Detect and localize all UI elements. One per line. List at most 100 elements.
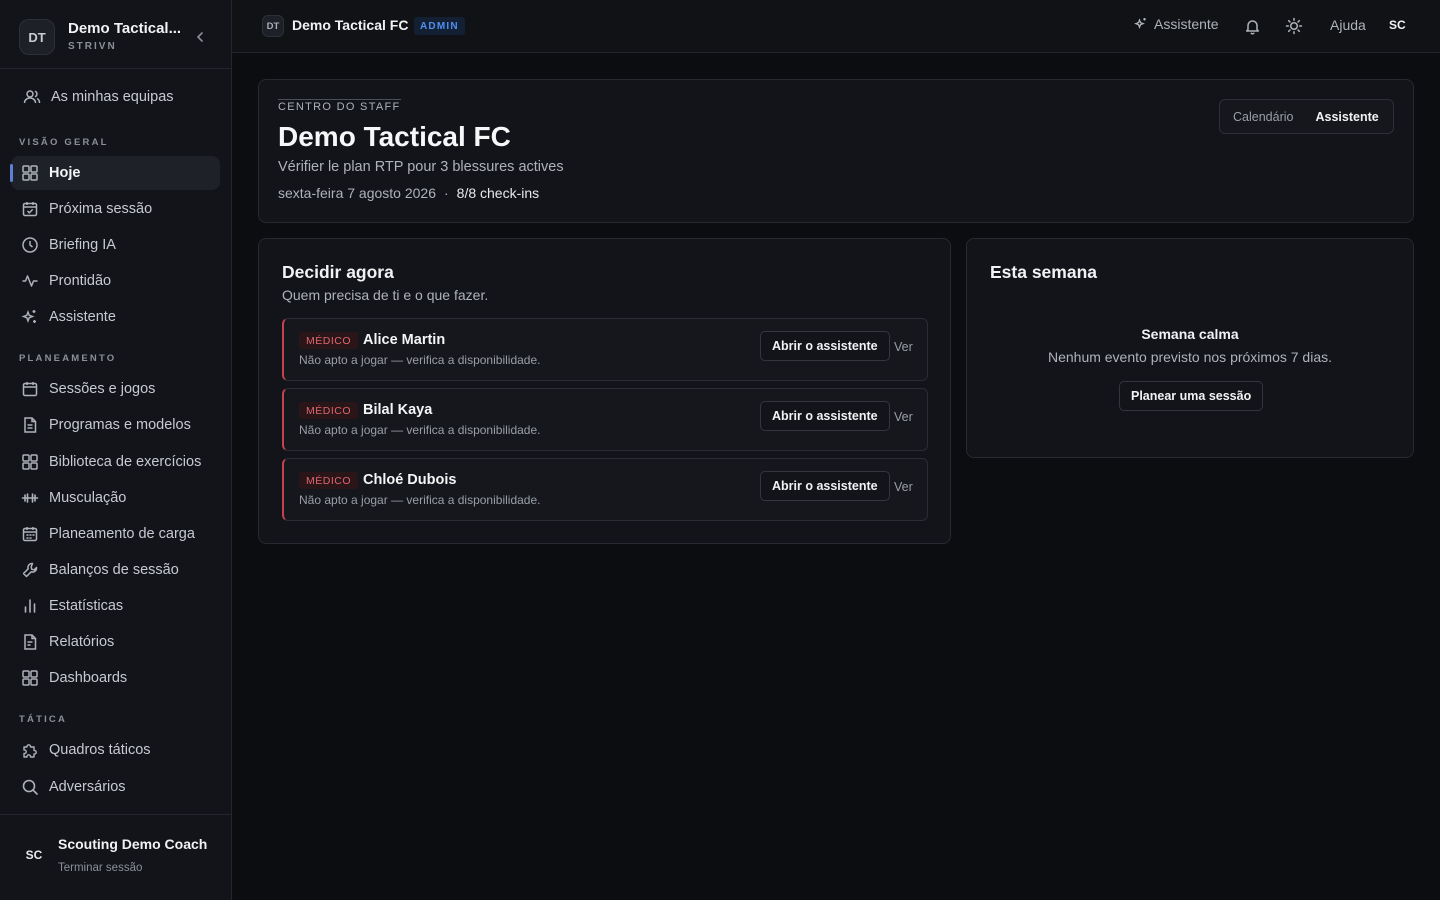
sidebar-item-label: Adversários [49,779,126,795]
tab-calendar[interactable]: Calendário [1220,110,1293,124]
search-icon [21,778,39,796]
staff-hub-header: CENTRO DO STAFF Demo Tactical FC Vérifie… [258,79,1414,223]
sidebar-item-ai-briefing[interactable]: Briefing IA [11,228,220,262]
team-org-label: STRIVN [68,41,117,52]
sidebar-item-label: Planeamento de carga [49,526,195,542]
player-name: Bilal Kaya [363,402,433,418]
panel-subtitle: Quem precisa de ti e o que fazer. [282,287,489,303]
view-switcher: Calendário Assistente [1219,99,1394,134]
section-tactics: TÁTICA [19,714,68,725]
list-item: MÉDICO Alice Martin Não apto a jogar — v… [282,318,928,381]
sidebar-item-sessions[interactable]: Sessões e jogos [11,372,220,406]
users-icon [23,88,41,106]
sparkles-icon [21,308,39,326]
team-name: Demo Tactical... [68,20,182,37]
assistant-label: Assistente [1154,16,1219,32]
dumbbell-icon [21,489,39,507]
sidebar-item-reports[interactable]: Relatórios [11,625,220,659]
tab-assistant[interactable]: Assistente [1293,110,1378,124]
avatar: SC [25,848,43,862]
sparkles-icon [1134,17,1148,31]
list-item: MÉDICO Chloé Dubois Não apto a jogar — v… [282,458,928,521]
player-note: Não apto a jogar — verifica a disponibil… [299,493,541,507]
team-avatar-small: DT [262,15,284,37]
sidebar-item-readiness[interactable]: Prontidão [11,264,220,298]
role-badge: ADMIN [414,17,465,35]
sidebar-item-session-reviews[interactable]: Balanços de sessão [11,553,220,587]
my-teams-link[interactable]: As minhas equipas [13,80,222,114]
sidebar-item-label: Estatísticas [49,598,124,614]
sidebar-item-next-session[interactable]: Próxima sessão [11,192,220,226]
document-icon [21,416,39,434]
bar-chart-icon [21,597,39,615]
sidebar-item-label: Hoje [49,165,81,181]
view-link[interactable]: Ver [894,410,913,424]
sidebar-item-tactical-boards[interactable]: Quadros táticos [11,733,220,767]
section-planning: PLANEAMENTO [19,353,117,364]
player-note: Não apto a jogar — verifica a disponibil… [299,353,541,367]
user-name: Scouting Demo Coach [58,836,208,852]
sidebar-item-label: Biblioteca de exercícios [49,454,202,470]
empty-state-text: Nenhum evento previsto nos próximos 7 di… [1047,349,1333,365]
breadcrumb: Demo Tactical FC [292,17,409,33]
status-badge: MÉDICO [299,332,358,349]
bell-icon[interactable] [1244,18,1261,35]
grid-icon [21,453,39,471]
page-subtitle: Vérifier le plan RTP pour 3 blessures ac… [278,159,564,175]
page-title: Demo Tactical FC [278,121,511,152]
open-assistant-button[interactable]: Abrir o assistente [760,331,890,361]
sidebar-item-label: Dashboards [49,670,128,686]
chevron-left-icon[interactable] [192,29,208,45]
player-name: Alice Martin [363,332,446,348]
sidebar-item-strength[interactable]: Musculação [11,481,220,515]
sun-icon[interactable] [1285,17,1303,35]
sidebar-item-statistics[interactable]: Estatísticas [11,589,220,623]
meta-separator: · [444,185,449,201]
sidebar: DT Demo Tactical... STRIVN As minhas equ… [0,0,232,900]
activity-icon [21,272,39,290]
sidebar-item-label: Quadros táticos [49,742,151,758]
calendar-check-icon [21,200,39,218]
sidebar-item-label: Assistente [49,309,116,325]
view-link[interactable]: Ver [894,480,913,494]
sidebar-item-label: Programas e modelos [49,417,191,433]
panel-title: Esta semana [990,262,1098,282]
top-bar: DT Demo Tactical FC ADMIN Assistente Aju… [232,0,1440,53]
this-week-panel: Esta semana Semana calma Nenhum evento p… [966,238,1414,458]
puzzle-icon [21,741,39,759]
help-link[interactable]: Ajuda [1330,17,1366,33]
player-note: Não apto a jogar — verifica a disponibil… [299,423,541,437]
logout-link[interactable]: Terminar sessão [58,862,142,874]
avatar[interactable]: SC [1389,18,1406,32]
my-teams-label: As minhas equipas [51,89,174,105]
sidebar-item-dashboards[interactable]: Dashboards [11,661,220,695]
view-link[interactable]: Ver [894,340,913,354]
sidebar-item-label: Prontidão [49,273,112,289]
sidebar-item-opponents[interactable]: Adversários [11,770,220,804]
grid-icon [21,669,39,687]
panel-title: Decidir agora [282,262,394,282]
current-date: sexta-feira 7 agosto 2026 [278,185,436,201]
clock-icon [21,236,39,254]
user-menu[interactable]: SC Scouting Demo Coach Terminar sessão [0,814,231,900]
sidebar-item-label: Próxima sessão [49,201,153,217]
sidebar-item-assistant[interactable]: Assistente [11,300,220,334]
sidebar-item-load-planning[interactable]: Planeamento de carga [11,517,220,551]
checkins-count: 8/8 check-ins [456,185,540,201]
sidebar-item-today[interactable]: Hoje [10,156,220,190]
team-switcher[interactable]: DT Demo Tactical... STRIVN [0,0,231,69]
report-icon [21,633,39,651]
sidebar-item-programs[interactable]: Programas e modelos [11,408,220,442]
page-meta: sexta-feira 7 agosto 2026 · 8/8 check-in… [278,185,539,201]
plan-session-button[interactable]: Planear uma sessão [1119,381,1264,411]
decide-now-panel: Decidir agora Quem precisa de ti e o que… [258,238,951,544]
assistant-button[interactable]: Assistente [1134,16,1219,32]
calendar-icon [21,380,39,398]
player-name: Chloé Dubois [363,472,457,488]
open-assistant-button[interactable]: Abrir o assistente [760,401,890,431]
empty-state-title: Semana calma [1141,326,1239,342]
open-assistant-button[interactable]: Abrir o assistente [760,471,890,501]
team-avatar: DT [19,19,55,55]
status-badge: MÉDICO [299,402,358,419]
sidebar-item-exercise-library[interactable]: Biblioteca de exercícios [11,445,220,479]
